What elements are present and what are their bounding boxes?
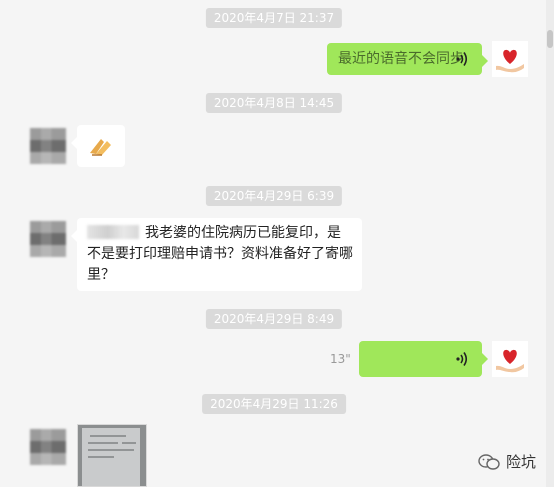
emoji-message-bubble[interactable] [71,125,125,167]
contact-avatar[interactable] [30,221,66,257]
voice-wave-icon [456,52,468,66]
timestamp: 2020年4月29日 11:26 [202,394,346,414]
voice-duration: 13" [330,352,351,366]
wechat-logo-icon [478,453,500,470]
voice-transcript-text: 最近的语音不会同步 [338,51,464,67]
heart-hand-icon [496,49,524,73]
timestamp: 2020年4月7日 21:37 [205,8,343,28]
scrollbar-track[interactable] [546,0,554,487]
voice-message-bubble[interactable]: 最近的语音不会同步 [327,43,488,75]
chat-area: 2020年4月7日 21:37 最近的语音不会同步 2020年4月8日 14:4… [0,0,554,487]
timestamp: 2020年4月29日 6:39 [205,186,343,206]
timestamp: 2020年4月29日 8:49 [205,309,343,329]
text-message-bubble[interactable]: 我老婆的住院病历已能复印，是不是要打印理赔申请书？资料准备好了寄哪里？ [71,218,362,291]
scrollbar-thumb[interactable] [547,30,553,48]
heart-hand-icon [496,349,524,373]
my-avatar[interactable] [492,341,528,377]
folded-hands-icon [90,139,111,156]
watermark-label: 险坑 [506,453,537,471]
document-photo-icon [78,425,146,486]
voice-wave-icon [456,352,468,366]
my-avatar[interactable] [492,41,528,77]
contact-avatar[interactable] [30,429,66,465]
image-message-thumbnail[interactable] [77,424,147,487]
voice-message-bubble[interactable] [359,341,488,377]
watermark: 险坑 [478,451,536,472]
redacted-name [87,225,139,239]
timestamp: 2020年4月8日 14:45 [205,93,343,113]
contact-avatar[interactable] [30,128,66,164]
